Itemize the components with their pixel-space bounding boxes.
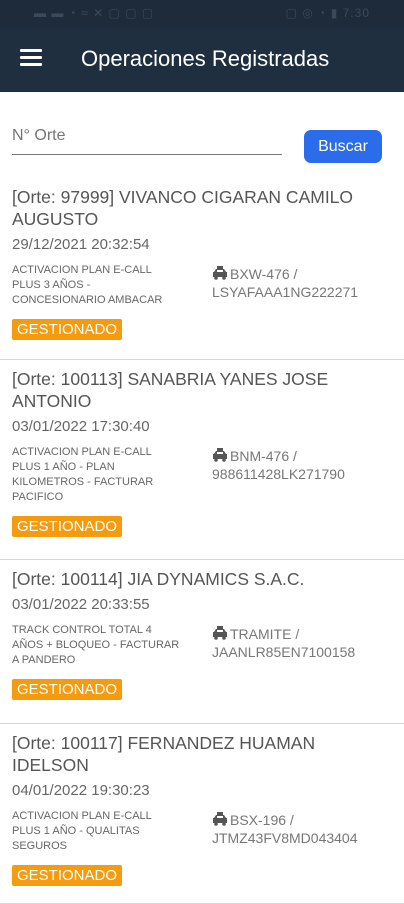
order-vehicle-text: TRAMITE / JAANLR85EN7100158 [212,626,356,660]
order-title: [Orte: 100114] JIA DYNAMICS S.A.C. [12,569,305,589]
order-description: ACTIVACION PLAN E-CALL PLUS 1 AÑO - PLAN… [12,446,154,503]
status-badge: GESTIONADO [12,516,123,537]
car-icon [212,812,228,826]
hamburger-menu-icon[interactable] [20,49,42,69]
status-bar: ▬ ▬ ◔ ≈ ✕ ▢ ▢ ▢ ▢ ◎ ◔ ▮ 7:30 [0,0,404,28]
order-vehicle: BNM-476 / 988611428LK271790 [212,447,382,483]
order-vehicle: TRAMITE / JAANLR85EN7100158 [212,625,382,661]
order-card[interactable]: [Orte: 100114] JIA DYNAMICS S.A.C. 03/01/… [0,560,404,724]
order-title: [Orte: 97999] VIVANCO CIGARAN CAMILO AUG… [12,187,354,229]
order-vehicle: BSX-196 / JTMZ43FV8MD043404 [212,811,382,847]
order-date: 03/01/2022 17:30:40 [12,418,150,435]
status-bar-left: ▬ ▬ ◔ ≈ ✕ ▢ ▢ ▢ [34,6,155,20]
order-search-input[interactable] [12,118,282,155]
status-bar-right: ▢ ◎ ◔ ▮ 7:30 [285,6,370,20]
order-vehicle-text: BSX-196 / JTMZ43FV8MD043404 [212,812,358,846]
order-card[interactable]: [Orte: 100117] FERNANDEZ HUAMAN IDELSON 0… [0,724,404,904]
search-row: Buscar [0,92,404,172]
car-icon [212,626,228,640]
status-badge: GESTIONADO [12,319,123,340]
order-title: [Orte: 100117] FERNANDEZ HUAMAN IDELSON [12,733,316,775]
order-card[interactable]: [Orte: 97999] VIVANCO CIGARAN CAMILO AUG… [0,178,404,360]
order-body: ACTIVACION PLAN E-CALL PLUS 1 AÑO - QUAL… [12,809,392,854]
order-body: ACTIVACION PLAN E-CALL PLUS 3 AÑOS - CON… [12,263,392,308]
order-date: 04/01/2022 19:30:23 [12,782,150,799]
order-description: TRACK CONTROL TOTAL 4 AÑOS + BLOQUEO - F… [12,624,180,666]
search-button[interactable]: Buscar [304,130,382,163]
order-vehicle-text: BNM-476 / 988611428LK271790 [212,448,345,482]
order-title: [Orte: 100113] SANABRIA YANES JOSE ANTON… [12,369,329,411]
car-icon [212,448,228,462]
car-icon [212,266,228,280]
page-title: Operaciones Registradas [81,46,330,71]
order-vehicle: BXW-476 / LSYAFAAA1NG222271 [212,265,382,301]
order-date: 03/01/2022 20:33:55 [12,596,150,613]
status-badge: GESTIONADO [12,865,123,886]
order-body: ACTIVACION PLAN E-CALL PLUS 1 AÑO - PLAN… [12,445,392,505]
order-date: 29/12/2021 20:32:54 [12,236,150,253]
app-bar: Operaciones Registradas [0,28,404,92]
order-description: ACTIVACION PLAN E-CALL PLUS 1 AÑO - QUAL… [12,810,152,852]
order-card[interactable]: [Orte: 100113] SANABRIA YANES JOSE ANTON… [0,360,404,560]
order-vehicle-text: BXW-476 / LSYAFAAA1NG222271 [212,266,359,300]
status-badge: GESTIONADO [12,679,123,700]
order-description: ACTIVACION PLAN E-CALL PLUS 3 AÑOS - CON… [12,264,163,306]
order-list: [Orte: 97999] VIVANCO CIGARAN CAMILO AUG… [0,178,404,904]
order-body: TRACK CONTROL TOTAL 4 AÑOS + BLOQUEO - F… [12,623,392,668]
